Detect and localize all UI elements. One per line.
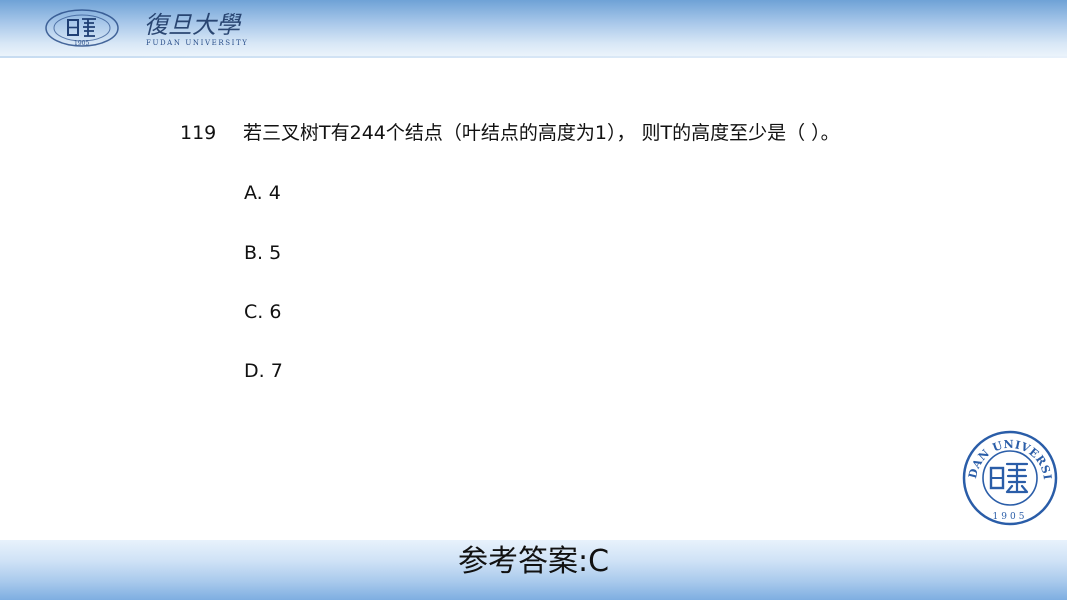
question-number: 119 <box>180 122 217 144</box>
university-english: FUDAN UNIVERSITY <box>146 39 248 47</box>
university-wordmark: 復旦大學 FUDAN UNIVERSITY <box>144 11 248 47</box>
option-c: C. 6 <box>244 301 282 323</box>
fudan-emblem-icon: 1905 <box>45 9 119 47</box>
option-d: D. 7 <box>244 360 283 382</box>
university-calligraphy: 復旦大學 <box>144 11 242 39</box>
option-b: B. 5 <box>244 242 282 264</box>
header-band: 1905 復旦大學 FUDAN UNIVERSITY <box>0 0 1067 58</box>
option-a: A. 4 <box>244 182 281 204</box>
answer-text: 参考答案:C <box>457 544 610 579</box>
fudan-seal-icon: FUDAN UNIVERSITY 1905 <box>962 430 1058 526</box>
question-stem: 若三叉树T有244个结点（叶结点的高度为1）， 则T的高度至少是（ ）。 <box>243 122 840 144</box>
seal-year: 1905 <box>993 512 1028 522</box>
svg-text:1905: 1905 <box>74 40 89 47</box>
